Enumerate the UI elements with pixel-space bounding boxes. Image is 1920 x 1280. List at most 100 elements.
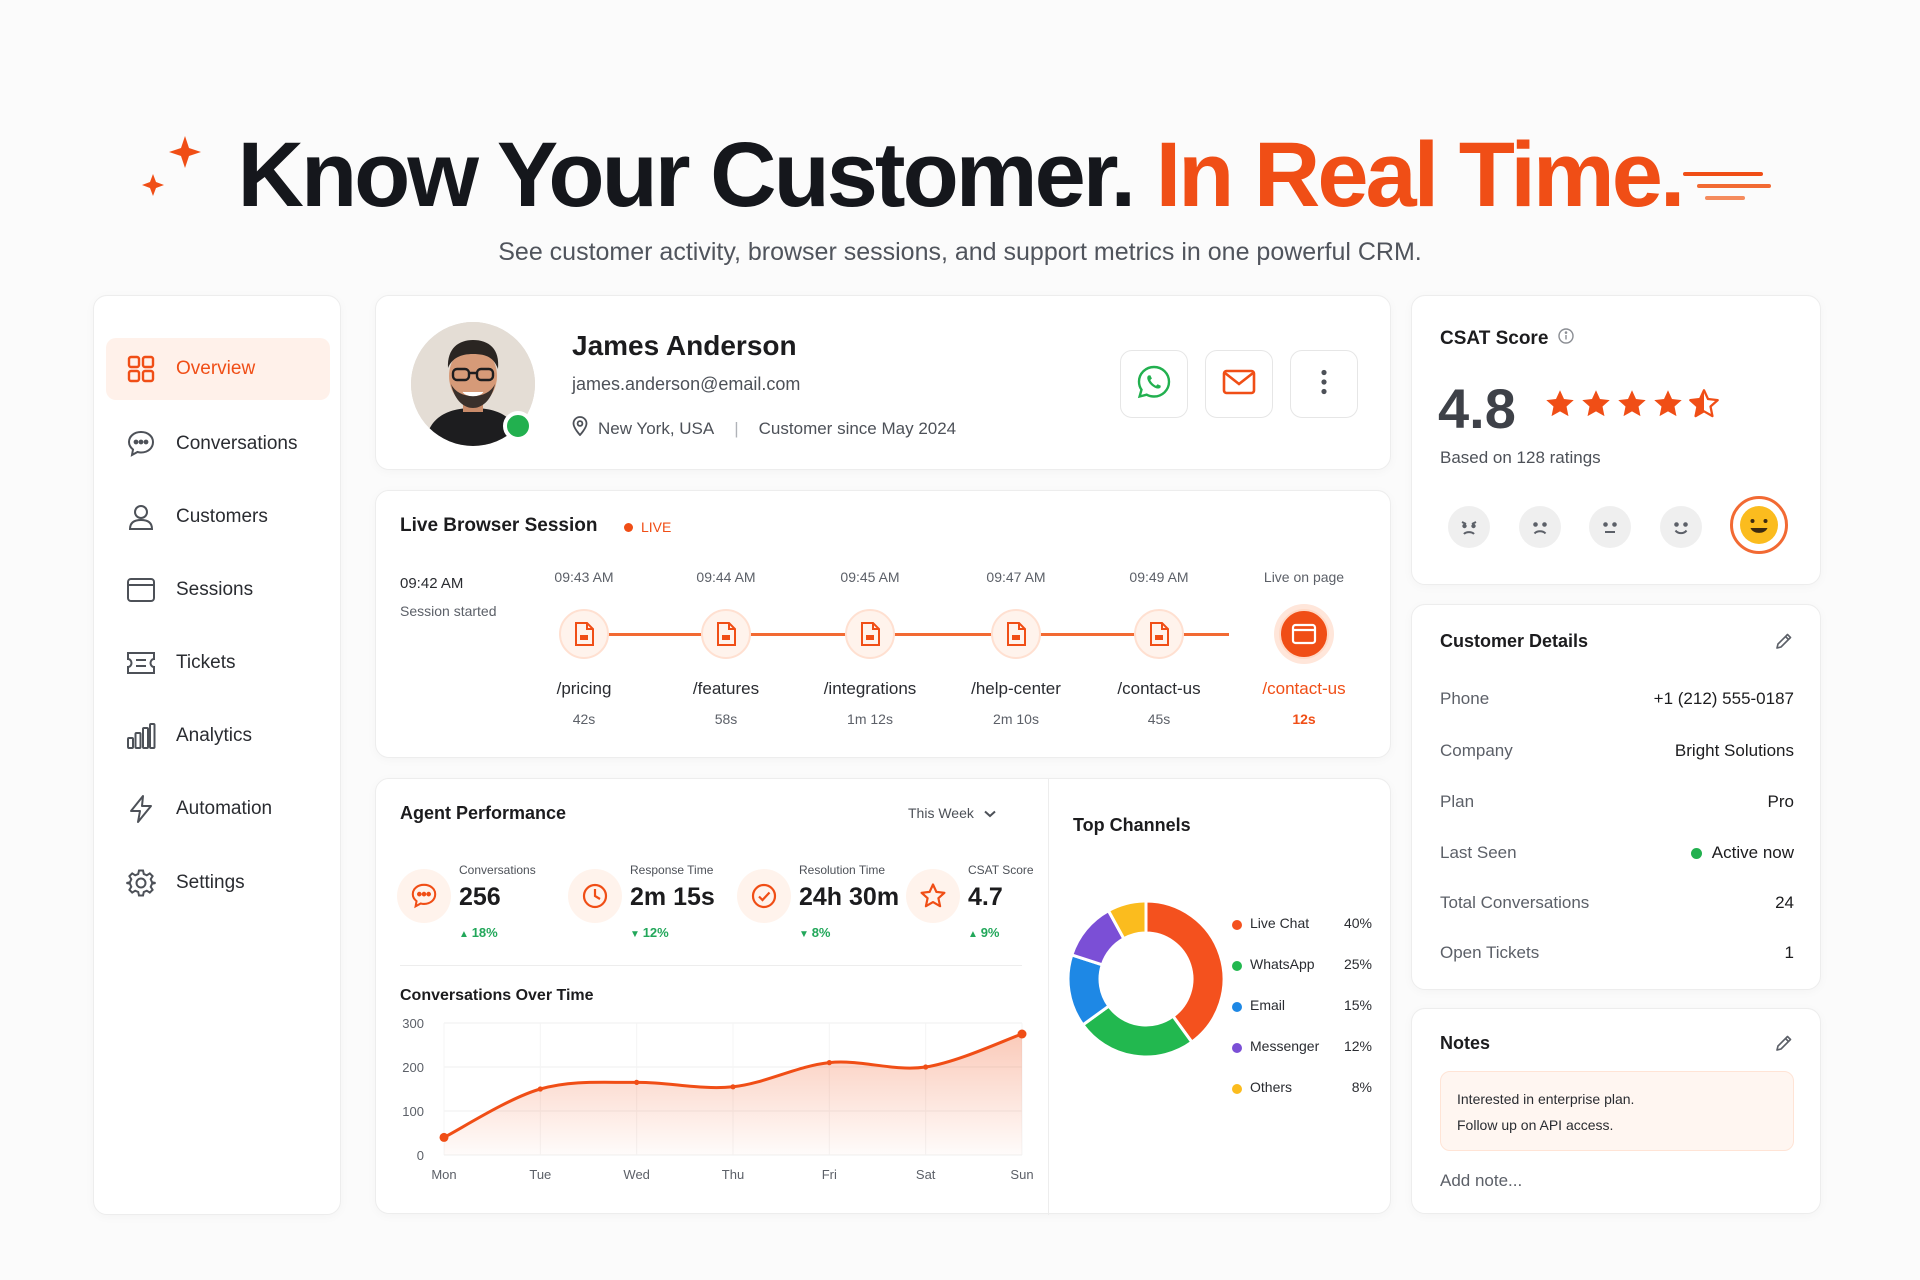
customer-meta: New York, USA | Customer since May 2024 [572, 416, 956, 441]
more-options-button[interactable] [1290, 350, 1358, 418]
chevron-down-icon [984, 805, 996, 821]
agent-performance-card: Agent Performance This Week Conversation… [375, 778, 1391, 1215]
conversations-over-time-chart: 0 100 200 300 Mon Tue Wed Thu Fri Sat Sun [402, 1016, 1033, 1182]
live-label: LIVE [641, 519, 672, 535]
happy-face-icon[interactable] [1730, 496, 1788, 554]
data-point [826, 1060, 832, 1066]
chat-bubble-icon [126, 429, 156, 459]
info-icon[interactable] [1558, 328, 1575, 350]
donut-chart-title: Top Channels [1073, 815, 1191, 835]
clock-icon [568, 869, 622, 923]
star-half-icon [1689, 389, 1719, 418]
detail-value: 1 [1784, 943, 1794, 962]
online-status-dot [503, 411, 533, 441]
sidebar-item-automation[interactable]: Automation [106, 778, 330, 840]
detail-row-phone: Phone +1 (212) 555-0187 [1440, 689, 1794, 713]
neutral-face-icon[interactable] [1589, 506, 1631, 548]
pencil-icon[interactable] [1774, 631, 1794, 656]
lightning-icon [126, 794, 156, 824]
legend-value: 15% [1343, 997, 1372, 1013]
step-page: /contact-us [1117, 679, 1201, 698]
sidebar-item-conversations[interactable]: Conversations [106, 413, 330, 475]
metric-change: 18% [459, 925, 498, 940]
line-chart-title: Conversations Over Time [400, 987, 594, 1004]
notes-card: Notes Interested in enterprise plan. Fol… [1411, 1008, 1821, 1214]
step-duration: 45s [1147, 711, 1171, 727]
details-title: Customer Details [1440, 631, 1589, 651]
add-note-input[interactable]: Add note... [1440, 1171, 1522, 1191]
step-page: /features [692, 679, 760, 698]
whatsapp-icon [1136, 364, 1172, 405]
metric-value: 24h 30m [799, 883, 900, 911]
metric-conversations: Conversations 256 18% [397, 863, 567, 953]
detail-value: Active now [1711, 843, 1794, 862]
y-tick-label: 200 [402, 1060, 424, 1075]
csat-title-text: CSAT Score [1440, 328, 1549, 349]
period-select[interactable]: This Week [908, 805, 996, 821]
step-duration: 12s [1292, 711, 1316, 727]
metric-change: 12% [630, 925, 669, 940]
step-time: 09:47 AM [986, 569, 1046, 585]
smile-face-icon[interactable] [1660, 506, 1702, 548]
star-full-icon [1546, 390, 1574, 417]
step-duration: 2m 10s [993, 711, 1039, 727]
sad-face-icon[interactable] [1519, 506, 1561, 548]
data-point [1017, 1029, 1027, 1039]
metric-label: CSAT Score [968, 863, 1034, 877]
customer-email: james.anderson@email.com [572, 374, 801, 394]
csat-score-value: 4.8 [1438, 377, 1516, 440]
timeline-line [579, 633, 1229, 636]
live-dot [624, 522, 633, 532]
detail-label: Total Conversations [1440, 893, 1590, 912]
sidebar-item-sessions[interactable]: Sessions [106, 559, 330, 621]
x-tick-label: Sat [916, 1167, 936, 1182]
sidebar-item-settings[interactable]: Settings [106, 852, 330, 914]
legend-item: Live Chat 40% [1232, 915, 1372, 935]
sidebar-item-label: Tickets [176, 652, 236, 673]
star-full-icon [1654, 390, 1682, 417]
page-file-icon [701, 609, 751, 659]
pencil-icon[interactable] [1774, 1033, 1794, 1058]
x-tick-label: Wed [623, 1167, 650, 1182]
detail-value: Bright Solutions [1674, 741, 1794, 760]
star-icon [906, 869, 960, 923]
user-icon [126, 502, 156, 532]
sidebar: Overview Conversations Customers Session… [93, 295, 341, 1215]
email-button[interactable] [1205, 350, 1273, 418]
legend-value: 40% [1343, 915, 1372, 931]
sidebar-item-analytics[interactable]: Analytics [106, 705, 330, 767]
legend-value: 12% [1343, 1038, 1372, 1054]
detail-label: Company [1440, 741, 1513, 760]
page-file-icon [1134, 609, 1184, 659]
sidebar-item-label: Analytics [176, 725, 253, 746]
step-time: 09:45 AM [840, 569, 900, 585]
metric-resolution-time: Resolution Time 24h 30m 8% [737, 863, 907, 953]
legend-label: Live Chat [1250, 915, 1310, 931]
customer-since: Customer since May 2024 [758, 418, 957, 438]
sidebar-item-customers[interactable]: Customers [106, 486, 330, 548]
whatsapp-button[interactable] [1120, 350, 1188, 418]
bar-chart-icon [126, 721, 156, 751]
angry-face-icon[interactable] [1448, 506, 1490, 548]
divider [1048, 779, 1049, 1215]
x-tick-label: Fri [822, 1167, 837, 1182]
page-file-icon [845, 609, 895, 659]
step-time: Live on page [1263, 569, 1345, 585]
sidebar-item-label: Conversations [176, 433, 298, 454]
check-circle-icon [737, 869, 791, 923]
detail-value-status: Active now [1690, 843, 1794, 863]
session-start-time: 09:42 AM [400, 575, 464, 592]
detail-row-plan: Plan Pro [1440, 792, 1794, 816]
legend-label: Others [1250, 1079, 1293, 1095]
customer-profile-card: James Anderson james.anderson@email.com … [375, 295, 1391, 470]
star-full-icon [1582, 390, 1610, 417]
sidebar-item-overview[interactable]: Overview [106, 338, 330, 400]
step-page: /integrations [823, 679, 917, 698]
browser-window-icon [126, 575, 156, 605]
note-content: Interested in enterprise plan. Follow up… [1440, 1071, 1794, 1151]
note-line: Interested in enterprise plan. [1457, 1091, 1635, 1107]
sidebar-item-tickets[interactable]: Tickets [106, 632, 330, 694]
ticket-icon [126, 648, 156, 678]
meta-separator: | [734, 418, 739, 438]
active-status-dot [1690, 847, 1702, 859]
